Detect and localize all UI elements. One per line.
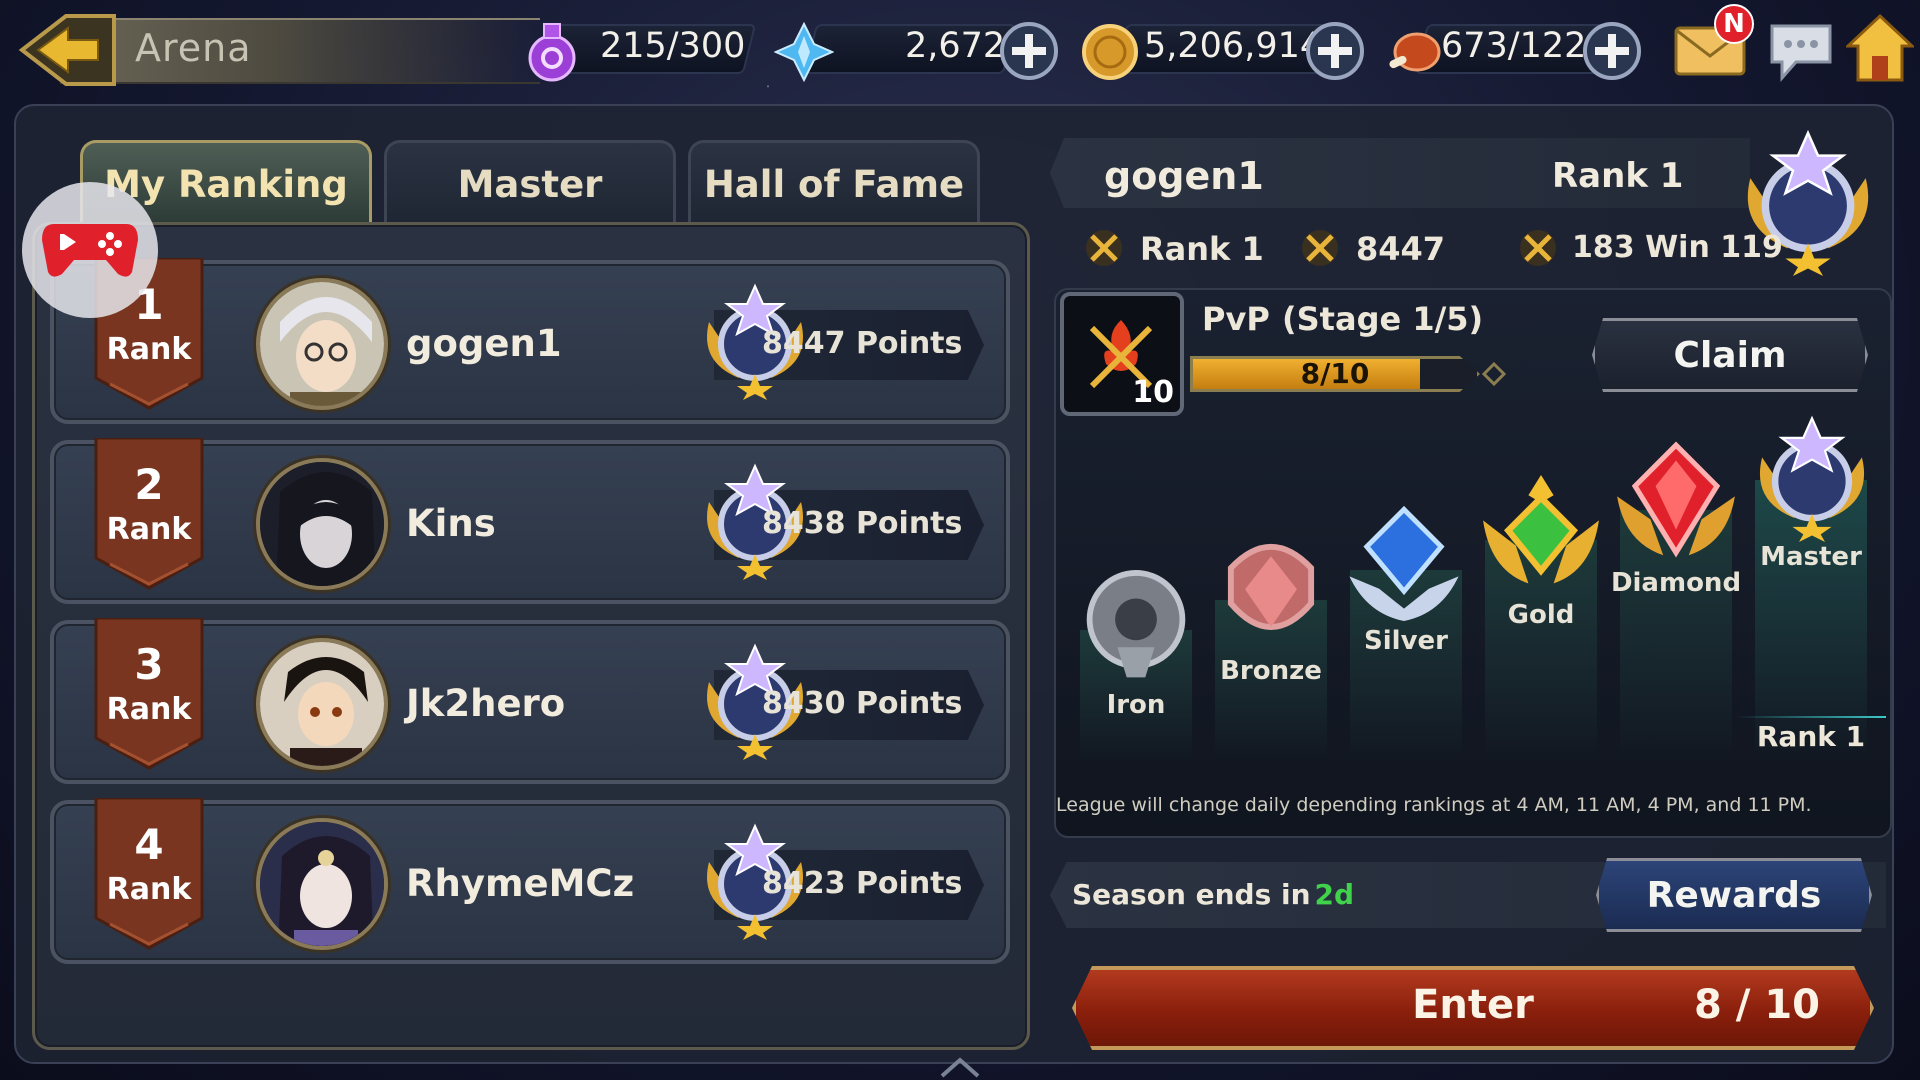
player-portrait-icon: [260, 282, 384, 406]
season-label-text: Season ends in: [1072, 878, 1311, 911]
add-gold-button[interactable]: [1304, 20, 1366, 82]
player-name: Jk2hero: [406, 682, 566, 725]
page-title: Arena: [135, 26, 252, 70]
ranking-row[interactable]: 3 Rank Jk2hero 8430 Points: [50, 618, 1010, 784]
avatar[interactable]: [256, 458, 388, 590]
floating-gamepad-button[interactable]: [22, 182, 158, 318]
rank-label: Rank: [106, 692, 192, 727]
gold-value: 5,206,914: [1144, 26, 1323, 66]
avatar[interactable]: [256, 278, 388, 410]
mail-button[interactable]: N: [1672, 4, 1756, 88]
chevron-up-icon[interactable]: [936, 1054, 984, 1080]
rank-number: 3: [134, 640, 164, 689]
master-league-ladder-emblem-icon: [1759, 415, 1865, 542]
rank-number: 4: [134, 820, 164, 869]
meat-counter: 673/122: [1385, 18, 1660, 80]
gold-league-emblem-icon: [1483, 475, 1599, 584]
iron-league-emblem-icon: [1086, 570, 1186, 678]
league-label-master: Master: [1760, 542, 1862, 572]
rank-number-group: 2 Rank: [90, 438, 208, 594]
stamina-value: 215/300: [600, 26, 746, 66]
gem-counter: 2,672: [770, 18, 1070, 82]
gold-counter: 5,206,914: [1080, 18, 1390, 80]
pvp-level: 10: [1132, 375, 1174, 410]
crystal-icon: [774, 22, 834, 82]
chat-icon[interactable]: [1766, 18, 1836, 84]
enter-count: 8 / 10: [1694, 982, 1820, 1028]
pvp-level-box: 10: [1060, 292, 1184, 416]
stat-points: 8447: [1356, 230, 1446, 268]
back-arrow-icon[interactable]: [14, 10, 124, 90]
points-value: 8447 Points: [762, 326, 963, 361]
rewards-button[interactable]: Rewards: [1596, 858, 1872, 932]
tab-master[interactable]: Master: [384, 140, 676, 226]
stamina-potion-icon: [528, 23, 576, 82]
avatar[interactable]: [256, 638, 388, 770]
pvp-title: PvP: [1202, 300, 1270, 338]
current-league-rank: Rank 1: [1756, 720, 1866, 753]
crossed-swords-icon: [1302, 230, 1338, 266]
ranking-row[interactable]: 2 Rank Kins 8438 Points: [50, 438, 1010, 604]
rank-number-group: 4 Rank: [90, 798, 208, 954]
progress-end-diamond-icon: [1482, 362, 1506, 386]
current-league-divider: [1736, 716, 1886, 718]
title-plate: [60, 18, 540, 84]
enter-button[interactable]: Enter 8 / 10: [1072, 966, 1874, 1050]
add-gems-button[interactable]: [998, 20, 1060, 82]
rank-label: Rank: [106, 332, 192, 367]
stat-rank: Rank 1: [1140, 230, 1264, 268]
league-note: League will change daily depending ranki…: [1056, 794, 1812, 816]
tab-hall-of-fame[interactable]: Hall of Fame: [688, 140, 980, 226]
rank-number: 2: [134, 460, 164, 509]
season-label: Season ends in 2d: [1072, 878, 1354, 911]
profile-rank: Rank 1: [1552, 156, 1684, 196]
profile-name: gogen1: [1104, 154, 1264, 198]
ranking-row[interactable]: 1 Rank gogen1 8447 Points: [50, 258, 1010, 424]
player-name: gogen1: [406, 322, 562, 365]
league-label-silver: Silver: [1364, 626, 1448, 656]
crossed-swords-icon: [1520, 230, 1556, 266]
crossed-swords-icon: [1086, 230, 1122, 266]
add-meat-button[interactable]: [1581, 20, 1643, 82]
player-portrait-icon: [260, 822, 384, 946]
league-label-iron: Iron: [1106, 690, 1166, 720]
stat-record: 183 Win 119: [1572, 230, 1783, 265]
claim-button[interactable]: Claim: [1592, 318, 1868, 392]
rank-number-group: 3 Rank: [90, 618, 208, 774]
gold-coin-icon: [1082, 24, 1138, 80]
meat-value: 673/122: [1441, 26, 1587, 66]
pvp-stage: (Stage 1/5): [1282, 300, 1484, 338]
gamepad-icon: [42, 224, 138, 277]
league-ladder: Iron Bronze Silver Gold Diamond Master R…: [1060, 415, 1888, 762]
bronze-league-emblem-icon: [1227, 544, 1315, 630]
pvp-progress-text: 8/10: [1300, 357, 1370, 390]
season-remaining: 2d: [1314, 878, 1355, 911]
league-label-gold: Gold: [1507, 600, 1575, 630]
player-name: RhymeMCz: [406, 862, 635, 905]
diamond-league-emblem-icon: [1617, 441, 1735, 558]
player-portrait-icon: [260, 642, 384, 766]
league-label-diamond: Diamond: [1610, 568, 1742, 598]
top-bar: Arena 215/300 2,672 5,206,914 673/122 N: [0, 0, 1920, 100]
player-portrait-icon: [260, 462, 384, 586]
home-icon[interactable]: [1846, 12, 1914, 84]
avatar[interactable]: [256, 818, 388, 950]
ranking-row[interactable]: 4 Rank RhymeMCz 8423 Points: [50, 798, 1010, 964]
rank-label: Rank: [106, 872, 192, 907]
points-value: 8423 Points: [762, 866, 963, 901]
meat-icon: [1389, 32, 1441, 72]
player-name: Kins: [406, 502, 496, 545]
rank-label: Rank: [106, 512, 192, 547]
points-value: 8438 Points: [762, 506, 963, 541]
mail-notification-badge: N: [1714, 4, 1754, 44]
points-value: 8430 Points: [762, 686, 963, 721]
gem-value: 2,672: [905, 26, 1006, 66]
silver-league-emblem-icon: [1349, 505, 1459, 622]
stamina-counter: 215/300: [520, 18, 760, 82]
league-label-bronze: Bronze: [1220, 656, 1322, 686]
